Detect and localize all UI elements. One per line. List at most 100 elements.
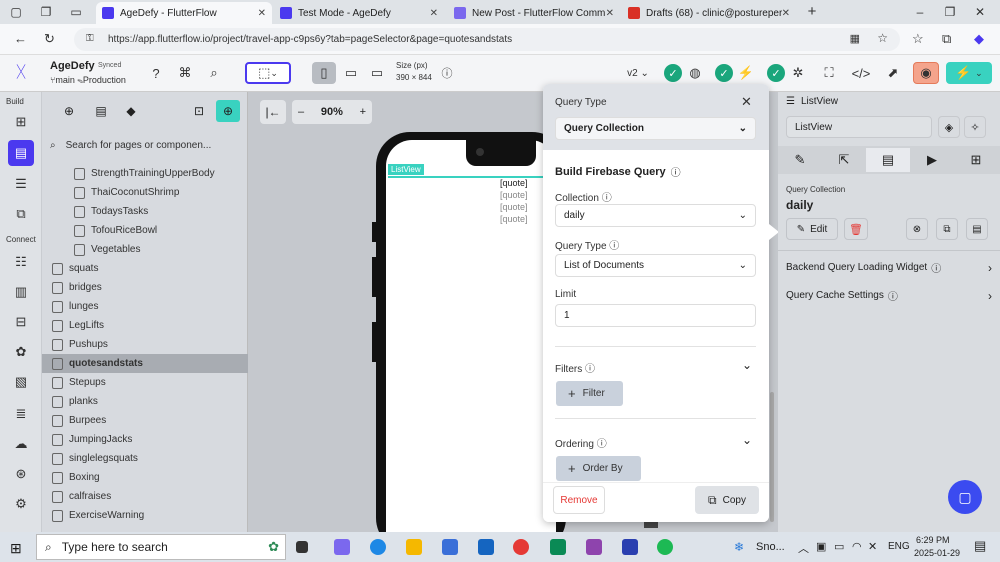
tab-actions-icon[interactable]: ▭ (68, 4, 84, 20)
firestore-icon[interactable]: ☷ (11, 252, 31, 272)
delete-icon[interactable]: 🗑 (844, 218, 868, 240)
cloud-functions-icon[interactable]: ☁ (11, 434, 31, 454)
collections-icon[interactable]: ❐ (38, 4, 54, 20)
file-explorer-icon[interactable] (406, 539, 422, 555)
list-item[interactable]: lunges (42, 297, 248, 316)
close-window-icon[interactable]: ✕ (972, 4, 988, 20)
taskbar-search-input[interactable]: ⌕ Type here to search ✿ (36, 534, 286, 560)
task-view-icon[interactable] (296, 541, 308, 553)
tablet-device-icon[interactable]: ▭ (340, 62, 362, 84)
canvas-scrollbar[interactable] (770, 392, 774, 522)
quote-text[interactable]: [quote] (500, 202, 528, 212)
new-tab-icon[interactable]: + (804, 4, 820, 20)
tab-agedefy-flutterflow[interactable]: AgeDefy - FlutterFlow ✕ (96, 2, 272, 24)
app-state-icon[interactable]: ⊟ (11, 312, 31, 332)
url-field[interactable]: ⚿ https://app.flutterflow.io/project/tra… (74, 28, 900, 51)
list-item[interactable]: Vegetables (42, 240, 248, 259)
list-item[interactable]: singlelegsquats (42, 449, 248, 468)
favorite-star-icon[interactable]: ☆ (877, 31, 888, 45)
info-icon[interactable]: ⓘ (609, 241, 619, 252)
list-item[interactable]: Pushups (42, 335, 248, 354)
chrome-app-icon[interactable] (513, 539, 529, 555)
favorites-icon[interactable]: ☆ (912, 31, 924, 47)
tab-drafts-gmail[interactable]: Drafts (68) - clinic@postureperfe ✕ (622, 2, 796, 24)
theme-icon[interactable]: ✿ (11, 342, 31, 362)
share-graph-icon[interactable]: ⛶ (818, 62, 840, 84)
page-search-input[interactable]: ⌕ Search for pages or componen... (50, 136, 242, 154)
widget-selector-button[interactable]: ⬚ ⌄ (245, 62, 291, 84)
list-item[interactable]: Burpees (42, 411, 248, 430)
list-item[interactable]: LegLifts (42, 316, 248, 335)
chevron-down-icon[interactable]: ⌄ (742, 433, 752, 447)
app-available-icon[interactable]: ▦ (850, 32, 860, 45)
weather-text[interactable]: Sno... (756, 541, 785, 553)
clock-time[interactable]: 6:29 PM (916, 535, 950, 545)
ai-assist-icon[interactable]: ✧ (964, 116, 986, 138)
info-icon[interactable]: ⓘ (671, 164, 681, 179)
settings-gear-icon[interactable]: ⚙ (11, 494, 31, 514)
volume-muted-icon[interactable]: ✕ (868, 540, 877, 553)
lightning-list-icon[interactable]: ⚡ (735, 62, 757, 84)
list-type-select[interactable]: List of Documents ⌄ (555, 254, 756, 277)
list-item[interactable]: Boxing (42, 468, 248, 487)
mail-app-icon[interactable] (478, 539, 494, 555)
list-item[interactable]: JumpingJacks (42, 430, 248, 449)
store-app-icon[interactable] (442, 539, 458, 555)
check-status-icon[interactable]: ✓ (713, 62, 735, 84)
page-selector-icon[interactable]: ▤ (8, 140, 34, 166)
network-icon[interactable]: ▣ (816, 540, 826, 553)
list-item[interactable]: planks (42, 392, 248, 411)
paste-icon[interactable]: ▤ (966, 218, 988, 240)
clear-variable-icon[interactable]: ⊗ (906, 218, 928, 240)
language-indicator[interactable]: ENG (888, 541, 910, 552)
comments-icon[interactable]: ◍ (684, 62, 706, 84)
check-status-icon[interactable]: ✓ (765, 62, 787, 84)
components-tab-icon[interactable]: ◆ (118, 100, 144, 122)
copy-icon[interactable]: ⧉ (936, 218, 958, 240)
tab-properties-icon[interactable]: ✎ (778, 152, 822, 168)
quote-text[interactable]: [quote] (500, 214, 528, 224)
quote-text[interactable]: [quote] (500, 190, 528, 200)
list-item[interactable]: Stepups (42, 373, 248, 392)
list-item[interactable]: ExerciseWarning (42, 506, 248, 525)
close-tab-icon[interactable]: ✕ (606, 8, 614, 19)
app-icon[interactable] (586, 539, 602, 555)
close-tab-icon[interactable]: ✕ (258, 8, 266, 19)
close-icon[interactable]: ✕ (741, 94, 752, 110)
copy-query-button[interactable]: ⧉ Copy (695, 486, 759, 514)
preview-eye-icon[interactable]: ◉ (913, 62, 939, 84)
tab-actions-icon[interactable]: ▶ (910, 152, 954, 168)
open-external-icon[interactable]: ⬈ (882, 62, 904, 84)
backend-loading-widget-row[interactable]: Backend Query Loading Widget ⓘ › (786, 260, 992, 276)
widget-tree-icon[interactable]: ☰ (11, 174, 31, 194)
notification-icon[interactable]: ▤ (974, 538, 986, 554)
list-item[interactable]: ThaiCoconutShrimp (42, 183, 248, 202)
run-test-button[interactable]: ⚡ ⌄ (946, 62, 992, 84)
desktop-device-icon[interactable]: ▭ (366, 62, 388, 84)
widget-name-input[interactable]: ListView (786, 116, 932, 138)
back-icon[interactable]: ← (14, 31, 27, 46)
code-icon[interactable]: </> (850, 62, 872, 84)
chat-support-icon[interactable]: ▢ (948, 480, 982, 514)
add-order-by-button[interactable]: + Order By (556, 456, 641, 481)
agents-icon[interactable]: ⊛ (11, 464, 31, 484)
add-page-button[interactable]: ⊕ (216, 100, 240, 122)
query-type-select[interactable]: Query Collection ⌄ (555, 117, 756, 140)
phone-screen[interactable] (386, 140, 556, 540)
copilot-app-icon[interactable] (334, 539, 350, 555)
tab-generate-icon[interactable]: ⇱ (822, 152, 866, 168)
copilot-icon[interactable]: ◆ (974, 31, 984, 47)
branch-info[interactable]: ⑂main ✎Production (50, 75, 126, 85)
listview-badge[interactable]: ListView (388, 164, 424, 175)
command-icon[interactable]: ⌘ (174, 62, 196, 84)
help-icon[interactable]: ? (145, 62, 167, 84)
edit-query-button[interactable]: ✎ Edit (786, 218, 838, 240)
app-icon[interactable] (550, 539, 566, 555)
tab-new-post[interactable]: New Post - FlutterFlow Communi ✕ (448, 2, 620, 24)
windows-start-icon[interactable]: ⊞ (10, 540, 22, 557)
add-filter-button[interactable]: + Filter (556, 381, 623, 406)
reload-icon[interactable]: ↻ (44, 31, 55, 47)
clock-date[interactable]: 2025-01-29 (914, 548, 960, 558)
list-item[interactable]: bridges (42, 278, 248, 297)
tab-docs-icon[interactable]: ⊞ (954, 152, 998, 168)
